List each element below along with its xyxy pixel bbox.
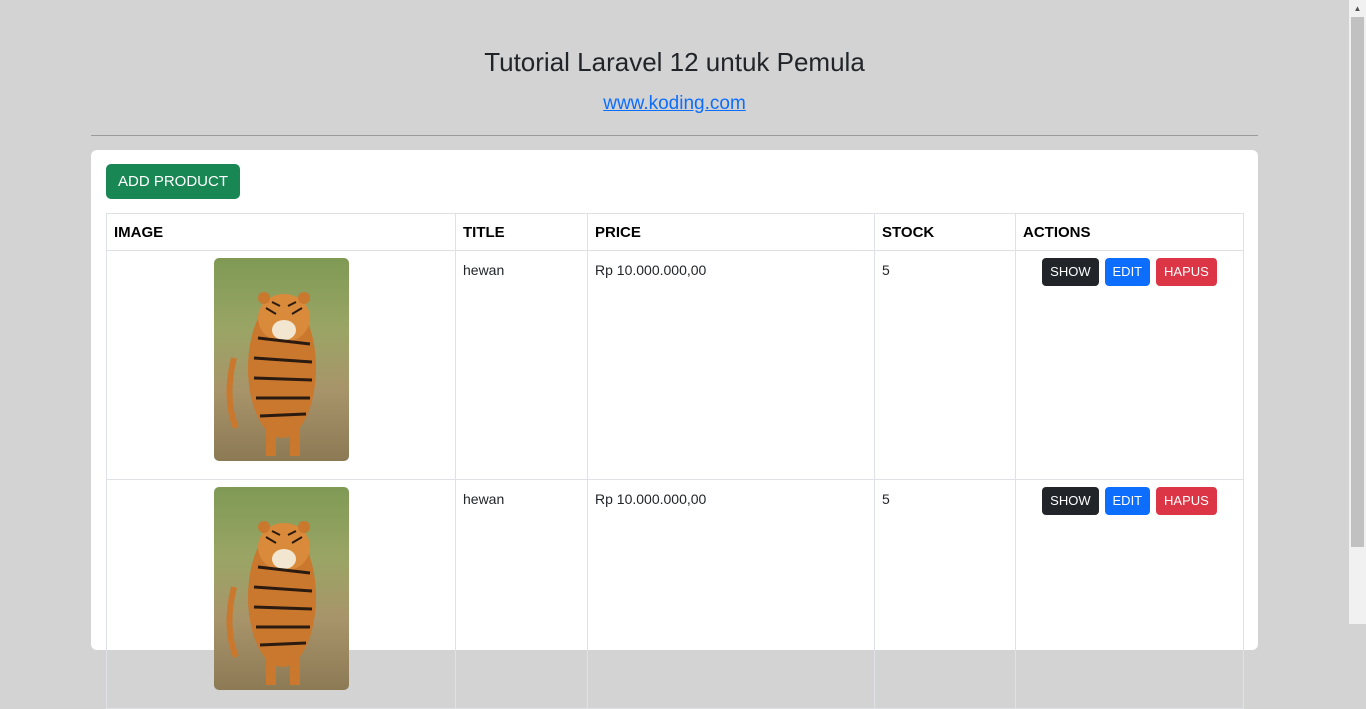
actions-cell: SHOW EDIT HAPUS bbox=[1015, 479, 1244, 709]
show-button[interactable]: SHOW bbox=[1042, 487, 1099, 515]
scrollbar-thumb[interactable] bbox=[1351, 17, 1364, 547]
edit-button[interactable]: EDIT bbox=[1104, 487, 1151, 515]
price-cell: Rp 10.000.000,00 bbox=[587, 479, 875, 709]
site-link-heading: www.koding.com bbox=[0, 92, 1349, 116]
scroll-up-arrow-icon[interactable]: ▲ bbox=[1349, 0, 1366, 17]
delete-button[interactable]: HAPUS bbox=[1156, 487, 1217, 515]
actions-cell: SHOW EDIT HAPUS bbox=[1015, 250, 1244, 480]
product-image bbox=[213, 258, 349, 461]
image-cell bbox=[106, 250, 456, 480]
divider bbox=[91, 135, 1258, 136]
table-row: hewan Rp 10.000.000,00 5 SHOW EDIT HAPUS bbox=[106, 250, 1244, 480]
delete-button[interactable]: HAPUS bbox=[1156, 258, 1217, 286]
products-card: ADD PRODUCT IMAGE TITLE PRICE STOCK ACTI… bbox=[91, 150, 1258, 709]
image-cell bbox=[106, 479, 456, 709]
column-header-title: TITLE bbox=[455, 213, 588, 251]
edit-button[interactable]: EDIT bbox=[1104, 258, 1151, 286]
title-cell: hewan bbox=[455, 479, 588, 709]
column-header-image: IMAGE bbox=[106, 213, 456, 251]
stock-cell: 5 bbox=[874, 479, 1016, 709]
vertical-scrollbar[interactable]: ▲ bbox=[1349, 0, 1366, 624]
table-header-row: IMAGE TITLE PRICE STOCK ACTIONS bbox=[106, 213, 1244, 251]
column-header-stock: STOCK bbox=[874, 213, 1016, 251]
column-header-actions: ACTIONS bbox=[1015, 213, 1244, 251]
page-title: Tutorial Laravel 12 untuk Pemula bbox=[484, 47, 865, 77]
page-header: Tutorial Laravel 12 untuk Pemula www.kod… bbox=[0, 0, 1349, 116]
page: Tutorial Laravel 12 untuk Pemula www.kod… bbox=[0, 0, 1349, 709]
product-image bbox=[213, 487, 349, 690]
stock-cell: 5 bbox=[874, 250, 1016, 480]
add-product-button[interactable]: ADD PRODUCT bbox=[106, 164, 241, 199]
title-cell: hewan bbox=[455, 250, 588, 480]
table-row: hewan Rp 10.000.000,00 5 SHOW EDIT HAPUS bbox=[106, 479, 1244, 709]
price-cell: Rp 10.000.000,00 bbox=[587, 250, 875, 480]
column-header-price: PRICE bbox=[587, 213, 875, 251]
show-button[interactable]: SHOW bbox=[1042, 258, 1099, 286]
products-table: IMAGE TITLE PRICE STOCK ACTIONS hewan Rp… bbox=[106, 213, 1244, 709]
site-link[interactable]: www.koding.com bbox=[603, 93, 746, 114]
